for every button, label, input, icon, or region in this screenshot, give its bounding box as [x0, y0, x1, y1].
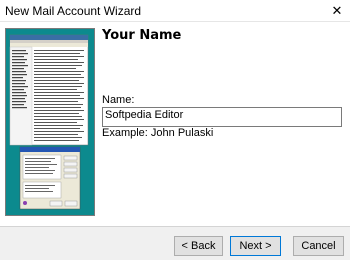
- next-button[interactable]: Next >: [230, 236, 281, 256]
- back-button[interactable]: < Back: [174, 236, 223, 256]
- example-text: Example: John Pulaski: [102, 127, 214, 139]
- name-input[interactable]: Softpedia Editor: [102, 107, 342, 127]
- title-bar: New Mail Account Wizard ✕: [0, 0, 350, 22]
- cancel-button[interactable]: Cancel: [293, 236, 344, 256]
- close-icon[interactable]: ✕: [326, 2, 348, 19]
- wizard-content: Your Name Name: Softpedia Editor Example…: [0, 22, 350, 225]
- wizard-screenshot-image: [5, 28, 95, 216]
- page-heading: Your Name: [102, 28, 182, 43]
- window-title: New Mail Account Wizard: [5, 4, 142, 18]
- wizard-window: New Mail Account Wizard ✕ Your Name Name…: [0, 0, 350, 260]
- wizard-image-graphic: [6, 29, 94, 215]
- name-label: Name:: [102, 94, 135, 106]
